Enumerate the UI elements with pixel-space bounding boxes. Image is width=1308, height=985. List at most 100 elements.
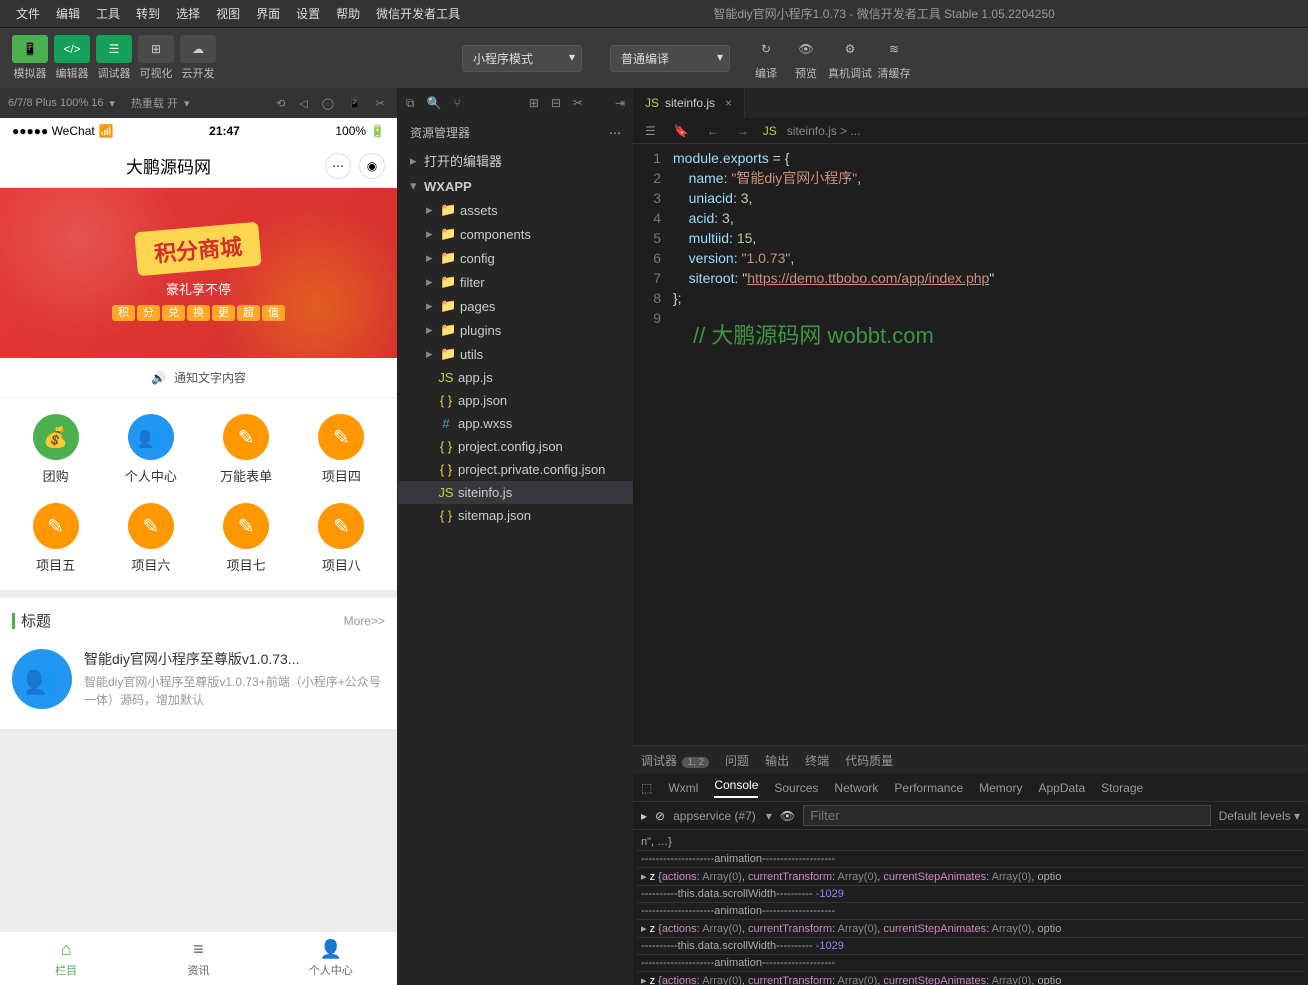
device-info[interactable]: 6/7/8 Plus 100% 16: [8, 97, 103, 109]
dtab-memory[interactable]: Memory: [979, 781, 1022, 795]
grid-item[interactable]: 💰团购: [8, 414, 103, 485]
tree-file[interactable]: { }app.json: [398, 389, 633, 412]
tab-quality[interactable]: 代码质量: [845, 752, 893, 769]
menu-item[interactable]: 视图: [208, 5, 248, 22]
stop-icon[interactable]: ▸: [641, 809, 647, 823]
tree-root[interactable]: ▾WXAPP: [398, 174, 633, 198]
eye-icon[interactable]: 👁: [780, 809, 795, 823]
tree-folder[interactable]: ▸📁config: [398, 246, 633, 270]
mode-select[interactable]: 小程序模式: [462, 45, 582, 72]
cloud-button[interactable]: ☁: [180, 35, 216, 63]
forward-arrow-icon[interactable]: →: [733, 124, 753, 138]
menu-item[interactable]: 设置: [288, 5, 328, 22]
close-icon[interactable]: ×: [725, 96, 732, 110]
tabbar-item[interactable]: 👤个人中心: [265, 932, 397, 985]
tree-file[interactable]: JSsiteinfo.js: [398, 481, 633, 504]
levels-select[interactable]: Default levels ▾: [1219, 809, 1300, 823]
home-icon[interactable]: ◯: [318, 97, 338, 110]
phone-icon[interactable]: 📱: [344, 97, 366, 110]
code-editor[interactable]: 123456789 module.exports = { name: "智能di…: [633, 144, 1308, 745]
tree-folder[interactable]: ▸📁assets: [398, 198, 633, 222]
menu-item[interactable]: 界面: [248, 5, 288, 22]
menu-item[interactable]: 帮助: [328, 5, 368, 22]
device-debug-button[interactable]: ⚙: [832, 35, 868, 63]
dtab-sources[interactable]: Sources: [774, 781, 818, 795]
clock: 21:47: [114, 124, 336, 138]
preview-button[interactable]: 👁: [788, 35, 824, 63]
inspect-icon[interactable]: ⬚: [641, 781, 652, 795]
dtab-console[interactable]: Console: [714, 778, 758, 798]
tab-debugger[interactable]: 调试器 1, 2: [641, 752, 709, 769]
clear-icon[interactable]: ⊘: [655, 809, 665, 823]
menu-item[interactable]: 文件: [8, 5, 48, 22]
split-icon[interactable]: ⊞: [529, 96, 539, 110]
grid-item[interactable]: 👥个人中心: [103, 414, 198, 485]
debugger-button[interactable]: ☰: [96, 35, 132, 63]
grid-item[interactable]: ✎项目七: [199, 503, 294, 574]
tree-folder[interactable]: ▸📁pages: [398, 294, 633, 318]
menu-item[interactable]: 微信开发者工具: [368, 5, 468, 22]
back-arrow-icon[interactable]: ←: [703, 124, 723, 138]
dtab-appdata[interactable]: AppData: [1038, 781, 1085, 795]
collapse-icon[interactable]: ⊟: [551, 96, 561, 110]
cache-button[interactable]: ≋: [876, 35, 912, 63]
tree-open-editors[interactable]: ▸打开的编辑器: [398, 147, 633, 174]
menu-item[interactable]: 选择: [168, 5, 208, 22]
cut-icon-sim[interactable]: ✂: [372, 97, 389, 110]
search-icon[interactable]: 🔍: [427, 96, 442, 110]
editor-panel: JS siteinfo.js × ☰ 🔖 ← → JS siteinfo.js …: [633, 88, 1308, 985]
menu-item[interactable]: 转到: [128, 5, 168, 22]
breadcrumb-text[interactable]: siteinfo.js > ...: [787, 124, 861, 138]
cut-icon[interactable]: ✂: [573, 96, 583, 110]
tree-file[interactable]: JSapp.js: [398, 366, 633, 389]
refresh-icon[interactable]: ⟲: [272, 97, 289, 110]
grid-item[interactable]: ✎项目四: [294, 414, 389, 485]
grid-item[interactable]: ✎项目八: [294, 503, 389, 574]
tree-folder[interactable]: ▸📁components: [398, 222, 633, 246]
banner[interactable]: 积分商城 豪礼享不停 积分兑换更超值: [0, 188, 397, 358]
capsule-menu[interactable]: ⋯: [325, 153, 351, 179]
dtab-wxml[interactable]: Wxml: [668, 781, 698, 795]
visual-button[interactable]: ⊞: [138, 35, 174, 63]
notice-bar[interactable]: 🔊 通知文字内容: [0, 358, 397, 398]
list-icon[interactable]: ☰: [641, 124, 660, 138]
tree-file[interactable]: { }project.config.json: [398, 435, 633, 458]
tree-file[interactable]: { }sitemap.json: [398, 504, 633, 527]
toggle-icon[interactable]: ⇥: [615, 96, 625, 110]
filter-input[interactable]: [803, 805, 1211, 826]
reload-toggle[interactable]: 热重载 开: [131, 95, 178, 111]
grid-item[interactable]: ✎项目六: [103, 503, 198, 574]
more-icon[interactable]: ⋯: [609, 126, 621, 140]
back-icon[interactable]: ◁: [295, 97, 311, 110]
editor-tab[interactable]: JS siteinfo.js ×: [633, 88, 745, 118]
compile-select[interactable]: 普通编译: [610, 45, 730, 72]
grid-item[interactable]: ✎项目五: [8, 503, 103, 574]
dtab-storage[interactable]: Storage: [1101, 781, 1143, 795]
context-select[interactable]: appservice (#7) ▾: [673, 809, 772, 823]
editor-button[interactable]: </>: [54, 35, 90, 63]
capsule-close[interactable]: ◉: [359, 153, 385, 179]
bookmark-icon[interactable]: 🔖: [670, 124, 693, 138]
section-more[interactable]: More>>: [344, 614, 385, 628]
tab-problems[interactable]: 问题: [725, 752, 749, 769]
tab-terminal[interactable]: 终端: [805, 752, 829, 769]
tab-output[interactable]: 输出: [765, 752, 789, 769]
simulator-button[interactable]: 📱: [12, 35, 48, 63]
tree-folder[interactable]: ▸📁filter: [398, 270, 633, 294]
console-output[interactable]: n", …}--------------------animation-----…: [633, 830, 1308, 985]
tabbar-item[interactable]: ≡资讯: [132, 932, 264, 985]
tabbar-item[interactable]: ⌂栏目: [0, 932, 132, 985]
compile-button[interactable]: ↻: [748, 35, 784, 63]
branch-icon[interactable]: ⑂: [454, 96, 461, 110]
tree-folder[interactable]: ▸📁plugins: [398, 318, 633, 342]
dtab-performance[interactable]: Performance: [894, 781, 963, 795]
grid-item[interactable]: ✎万能表单: [199, 414, 294, 485]
tree-folder[interactable]: ▸📁utils: [398, 342, 633, 366]
dtab-network[interactable]: Network: [834, 781, 878, 795]
menu-item[interactable]: 编辑: [48, 5, 88, 22]
menu-item[interactable]: 工具: [88, 5, 128, 22]
tree-file[interactable]: #app.wxss: [398, 412, 633, 435]
tree-file[interactable]: { }project.private.config.json: [398, 458, 633, 481]
list-item[interactable]: 👥 智能diy官网小程序至尊版v1.0.73... 智能diy官网小程序至尊版v…: [12, 641, 385, 717]
files-icon[interactable]: ⧉: [406, 96, 415, 111]
